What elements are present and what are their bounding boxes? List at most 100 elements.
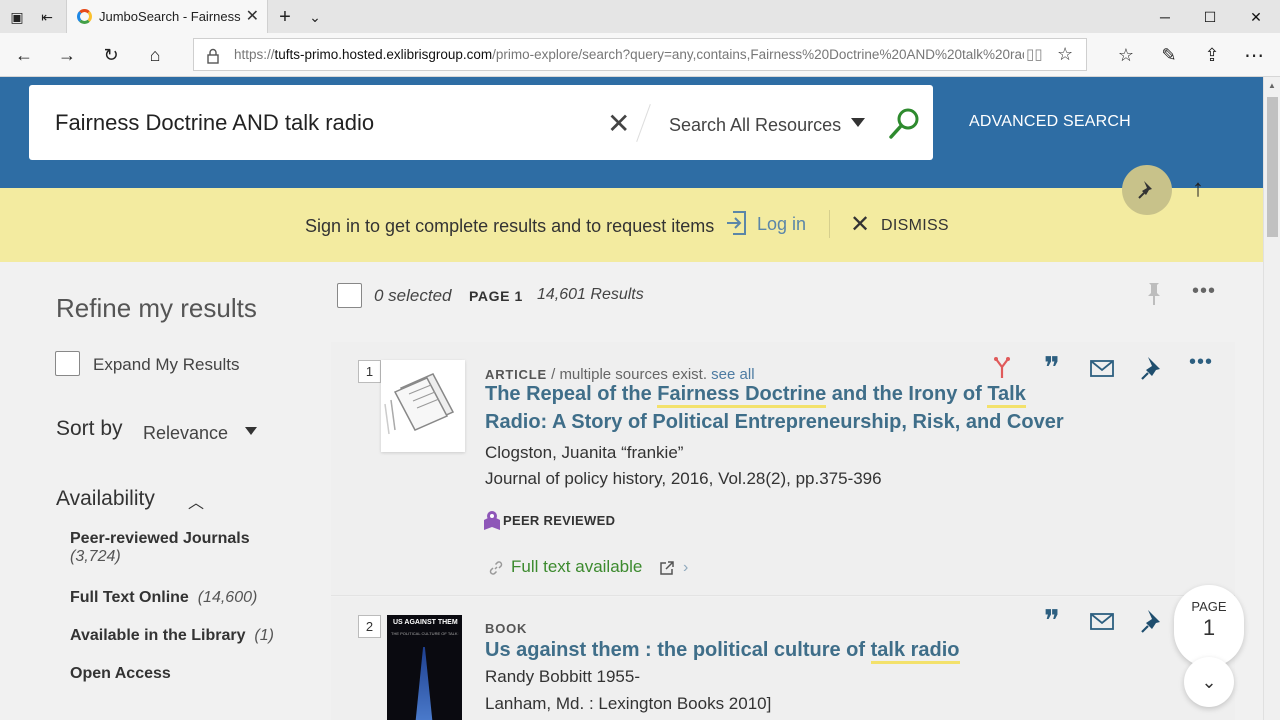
refresh-icon[interactable]: ↻ [99,43,123,67]
facet-peer-reviewed[interactable]: Peer-reviewed Journals (3,724) [70,530,250,566]
chevron-up-icon[interactable]: ︿ [188,489,204,513]
title-highlight: Fairness Doctrine [657,383,827,408]
cite-quote-icon[interactable]: ❞ [1038,351,1066,386]
search-scope-select[interactable]: Search All Resources [669,115,841,136]
facet-label: Full Text Online [70,589,189,606]
pin-icon[interactable] [1145,281,1163,307]
tab-actions-icon[interactable]: ▣ [8,8,26,26]
lock-icon [207,48,219,64]
maximize-icon[interactable]: ☐ [1187,4,1233,30]
reading-view-icon[interactable]: ▯▯ [1026,45,1043,63]
cite-quote-icon[interactable]: ❞ [1038,604,1066,639]
search-input[interactable]: Fairness Doctrine AND talk radio [55,110,374,136]
back-icon[interactable]: ← [12,43,36,67]
url-path: /primo-explore/search?query=any,contains… [492,47,1024,62]
page-label: PAGE 1 [469,288,523,304]
close-tab-icon[interactable]: ✕ [246,6,259,26]
set-aside-tabs-icon[interactable]: ⇤ [38,8,56,26]
favorite-star-icon[interactable]: ☆ [1057,44,1073,65]
book-cover: US AGAINST THEM THE POLITICAL CULTURE OF… [387,615,462,720]
signin-divider [829,210,830,238]
url-prefix: https:// [234,47,275,62]
page-scrollbar[interactable]: ▲ [1263,77,1280,720]
clear-search-icon[interactable]: ✕ [607,107,630,140]
favorites-hub-icon[interactable]: ☆ [1114,43,1138,67]
email-icon[interactable] [1088,607,1116,635]
search-header: Fairness Doctrine AND talk radio ✕ Searc… [0,77,1263,188]
pin-icon[interactable] [1138,607,1166,635]
dismiss-button[interactable]: DISMISS [881,217,949,235]
facet-label: Available in the Library [70,627,246,644]
browser-tab-bar: ▣ ⇤ JumboSearch - Fairness ✕ + ⌄ ─ ☐ ✕ [0,0,1280,33]
result-number: 1 [358,360,381,383]
document-icon [384,373,455,435]
forward-icon[interactable]: → [55,43,79,67]
pinned-items-button[interactable] [1122,165,1172,215]
result-author: Randy Bobbitt 1955- [485,667,640,686]
login-icon[interactable] [725,210,749,236]
citation-trail-icon[interactable] [988,354,1016,382]
title-highlight: talk radio [870,639,960,664]
email-icon[interactable] [1088,354,1116,382]
facet-count: (1) [254,627,274,644]
peer-reviewed-label: PEER REVIEWED [503,513,616,528]
chevron-down-icon: ⌄ [1201,671,1217,692]
article-thumbnail [381,360,465,452]
search-icon[interactable] [887,105,923,141]
next-page-button[interactable]: ⌄ [1184,657,1234,707]
home-icon[interactable]: ⌂ [143,43,167,67]
full-text-link[interactable]: Full text available [511,557,642,577]
refine-title: Refine my results [56,293,257,323]
minimize-icon[interactable]: ─ [1142,4,1188,30]
scope-caret-icon[interactable] [851,118,865,127]
pin-icon [1138,181,1152,199]
page-content: Fairness Doctrine AND talk radio ✕ Searc… [0,77,1263,720]
url-host: tufts-primo.hosted.exlibrisgroup.com [274,47,493,62]
pin-icon[interactable] [1138,354,1166,382]
sort-by-select[interactable]: Relevance [143,423,228,444]
search-box: Fairness Doctrine AND talk radio ✕ Searc… [29,85,933,160]
browser-nav-bar: ← → ↻ ⌂ https://tufts-primo.hosted.exlib… [0,33,1280,77]
more-options-icon[interactable]: ⋯ [1242,43,1266,67]
page-indicator-number: 1 [1202,615,1216,640]
new-tab-icon[interactable]: + [276,6,294,28]
selected-count: 0 selected [374,286,452,305]
title-segment: Radio: A Story of Political Entrepreneur… [485,411,1064,433]
results-count: 14,601 Results [537,286,644,303]
title-highlight: Talk [987,383,1026,408]
browser-tab-active[interactable]: JumboSearch - Fairness ✕ [66,0,268,33]
share-icon[interactable]: ⇪ [1200,43,1224,67]
close-window-icon[interactable]: ✕ [1233,4,1279,30]
result-source: Lanham, Md. : Lexington Books 2010] [485,694,772,713]
facet-open-access[interactable]: Open Access [70,665,171,683]
advanced-search-link[interactable]: ADVANCED SEARCH [969,113,1131,131]
link-icon [489,561,503,575]
scroll-up-arrow-icon[interactable]: ▲ [1268,81,1276,90]
select-all-checkbox[interactable] [337,283,362,308]
page-indicator: PAGE 1 [1174,585,1244,667]
more-actions-icon[interactable]: ••• [1189,351,1213,374]
sort-caret-icon[interactable] [245,427,257,435]
more-actions-icon[interactable]: ••• [1192,280,1216,303]
result-number: 2 [358,615,381,638]
result-title[interactable]: Us against them : the political culture … [485,636,1105,664]
result-type: BOOK [485,621,528,636]
scroll-to-top-icon[interactable]: ↑ [1192,175,1204,203]
scrollbar-thumb[interactable] [1267,97,1278,237]
facet-available-in-library[interactable]: Available in the Library (1) [70,627,274,645]
availability-heading[interactable]: Availability [56,487,155,511]
result-title[interactable]: The Repeal of the Fairness Doctrine and … [485,380,1085,436]
facet-full-text-online[interactable]: Full Text Online (14,600) [70,589,257,607]
external-link-icon[interactable] [659,560,675,576]
expand-results-checkbox[interactable] [55,351,80,376]
chevron-right-icon[interactable]: › [683,559,688,577]
pen-icon[interactable]: ✎ [1157,43,1181,67]
signin-banner: Sign in to get complete results and to r… [0,188,1263,262]
address-bar[interactable]: https://tufts-primo.hosted.exlibrisgroup… [193,38,1087,71]
login-link[interactable]: Log in [757,214,806,235]
result-item[interactable]: 1 ARTICLE / multiple sources exist. see … [331,342,1235,596]
tab-list-chevron-icon[interactable]: ⌄ [306,8,324,26]
dismiss-icon[interactable]: ✕ [850,210,870,239]
expand-results-label[interactable]: Expand My Results [93,355,239,375]
sort-by-label: Sort by [56,417,123,440]
